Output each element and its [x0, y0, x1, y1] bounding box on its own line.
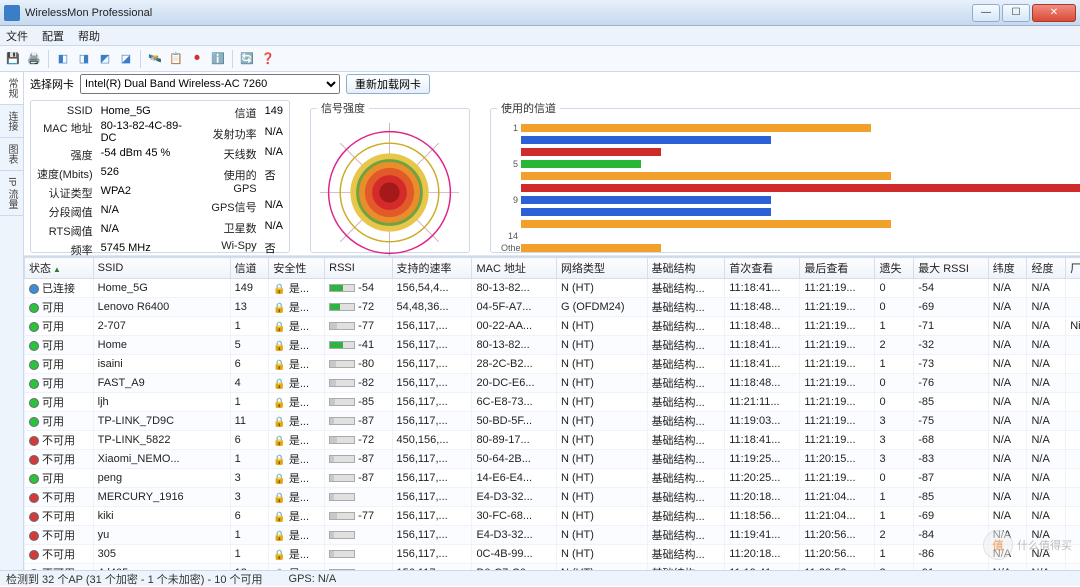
channel-bar: 14: [501, 231, 1080, 240]
table-row[interactable]: 可用ljh1🔒 是... -85156,117,...6C-E8-73...N …: [25, 393, 1080, 412]
col-5[interactable]: 支持的速率: [392, 258, 472, 279]
log-icon[interactable]: 📋: [167, 50, 185, 68]
network-icon[interactable]: ◧: [54, 50, 72, 68]
table-row[interactable]: 不可用TP-LINK_58226🔒 是... -72450,156,...80-…: [25, 431, 1080, 450]
nic-select[interactable]: Intel(R) Dual Band Wireless-AC 7260: [80, 74, 340, 94]
close-button[interactable]: ✕: [1032, 4, 1076, 22]
table-row[interactable]: 不可用3051🔒 是... 156,117,...0C-4B-99...N (H…: [25, 545, 1080, 564]
toolbar: 💾 🖨️ ◧ ◨ ◩ ◪ 🛰️ 📋 ⏺ ℹ️ 🔄 ❓: [0, 46, 1080, 72]
table-row[interactable]: 不可用MERCURY_19163🔒 是... 156,117,...E4-D3-…: [25, 488, 1080, 507]
table-row[interactable]: 不可用yu1🔒 是... 156,117,...E4-D3-32...N (HT…: [25, 526, 1080, 545]
col-13[interactable]: 纬度: [988, 258, 1027, 279]
channel-bar: [501, 135, 1080, 144]
table-row[interactable]: 可用2-7071🔒 是... -77156,117,...00-22-AA...…: [25, 317, 1080, 336]
table-row[interactable]: 可用isaini6🔒 是... -80156,117,...28-2C-B2..…: [25, 355, 1080, 374]
table-row[interactable]: 不可用Xiaomi_NEMO...1🔒 是... -87156,117,...5…: [25, 450, 1080, 469]
table-row[interactable]: 已连接Home_5G149🔒 是... -54156,54,4...80-13-…: [25, 279, 1080, 298]
status-gps: GPS: N/A: [289, 573, 337, 585]
col-4[interactable]: RSSI: [325, 258, 392, 279]
menu-help[interactable]: 帮助: [78, 28, 100, 44]
radar-chart: [317, 120, 462, 265]
channel-bar: [501, 171, 1080, 180]
col-6[interactable]: MAC 地址: [472, 258, 557, 279]
menu-config[interactable]: 配置: [42, 28, 64, 44]
table-row[interactable]: 不可用kiki6🔒 是... -77156,117,...30-FC-68...…: [25, 507, 1080, 526]
table-row[interactable]: 可用TP-LINK_7D9C11🔒 是... -87156,117,...50-…: [25, 412, 1080, 431]
col-14[interactable]: 经度: [1027, 258, 1066, 279]
col-12[interactable]: 最大 RSSI: [914, 258, 989, 279]
channel-bar: [501, 183, 1080, 192]
tab-connection[interactable]: 连接: [0, 105, 23, 138]
kv-panel: SSIDHome_5G MAC 地址80-13-82-4C-89-DC 强度-5…: [30, 100, 290, 253]
col-8[interactable]: 基础结构: [647, 258, 725, 279]
app-icon: [4, 5, 20, 21]
menu-file[interactable]: 文件: [6, 28, 28, 44]
channel-bar: 9: [501, 195, 1080, 204]
reload-nic-button[interactable]: 重新加载网卡: [346, 74, 430, 94]
kv-ssid-label: SSID: [37, 105, 93, 117]
table-row[interactable]: 可用peng3🔒 是... -87156,117,...14-E6-E4...N…: [25, 469, 1080, 488]
channel-title: 使用的信道: [497, 100, 560, 116]
radar-title: 信号强度: [317, 100, 369, 116]
channel-usage-panel: 使用的信道 15914Other 信道使用 B/G/N: [490, 100, 1080, 253]
record-icon[interactable]: ⏺: [188, 50, 206, 68]
channel-bar: 1: [501, 123, 1080, 132]
status-bar: 检测到 32 个AP (31 个加密 - 1 个未加密) - 10 个可用 GP…: [0, 570, 1080, 586]
network2-icon[interactable]: ◨: [75, 50, 93, 68]
channel-bar: [501, 207, 1080, 216]
network3-icon[interactable]: ◩: [96, 50, 114, 68]
ap-grid[interactable]: ▴ 状态▲SSID信道安全性RSSI支持的速率MAC 地址网络类型基础结构首次查…: [24, 256, 1080, 570]
minimize-button[interactable]: —: [972, 4, 1000, 22]
col-11[interactable]: 遗失: [875, 258, 914, 279]
watermark-icon: 值: [983, 530, 1013, 560]
channel-bar: [501, 219, 1080, 228]
table-row[interactable]: 可用Home5🔒 是... -41156,117,...80-13-82...N…: [25, 336, 1080, 355]
col-7[interactable]: 网络类型: [556, 258, 647, 279]
col-1[interactable]: SSID: [93, 258, 230, 279]
info-icon[interactable]: ℹ️: [209, 50, 227, 68]
col-2[interactable]: 信道: [230, 258, 269, 279]
tab-chart[interactable]: 图表: [0, 138, 23, 171]
window-title: WirelessMon Professional: [25, 7, 152, 19]
col-3[interactable]: 安全性: [269, 258, 325, 279]
title-bar: WirelessMon Professional — ☐ ✕: [0, 0, 1080, 26]
channel-bar: 5: [501, 159, 1080, 168]
network4-icon[interactable]: ◪: [117, 50, 135, 68]
gps-icon[interactable]: 🛰️: [146, 50, 164, 68]
menu-bar: 文件 配置 帮助: [0, 26, 1080, 46]
col-0[interactable]: 状态▲: [25, 258, 94, 279]
save-icon[interactable]: 💾: [4, 50, 22, 68]
signal-strength-panel: 信号强度: [310, 100, 470, 253]
col-15[interactable]: 厂商: [1066, 258, 1080, 279]
update-icon[interactable]: 🔄: [238, 50, 256, 68]
kv-ssid-value: Home_5G: [101, 105, 183, 117]
channel-bar: [501, 147, 1080, 156]
maximize-button[interactable]: ☐: [1002, 4, 1030, 22]
help-icon[interactable]: ❓: [259, 50, 277, 68]
status-ap-count: 检测到 32 个AP (31 个加密 - 1 个未加密) - 10 个可用: [6, 571, 263, 587]
col-9[interactable]: 首次查看: [725, 258, 800, 279]
channel-bar: Other: [501, 243, 1080, 252]
tab-ip-traffic[interactable]: IP 流量: [0, 171, 23, 216]
col-10[interactable]: 最后查看: [800, 258, 875, 279]
nic-label: 选择网卡: [30, 76, 74, 92]
tab-general[interactable]: 常规: [0, 72, 23, 105]
table-row[interactable]: 可用FAST_A94🔒 是... -82156,117,...20-DC-E6.…: [25, 374, 1080, 393]
print-icon[interactable]: 🖨️: [25, 50, 43, 68]
side-tabs: 常规 连接 图表 IP 流量: [0, 72, 24, 570]
table-row[interactable]: 可用Lenovo R640013🔒 是... -7254,48,36...04-…: [25, 298, 1080, 317]
watermark: 值 什么值得买: [983, 530, 1072, 560]
